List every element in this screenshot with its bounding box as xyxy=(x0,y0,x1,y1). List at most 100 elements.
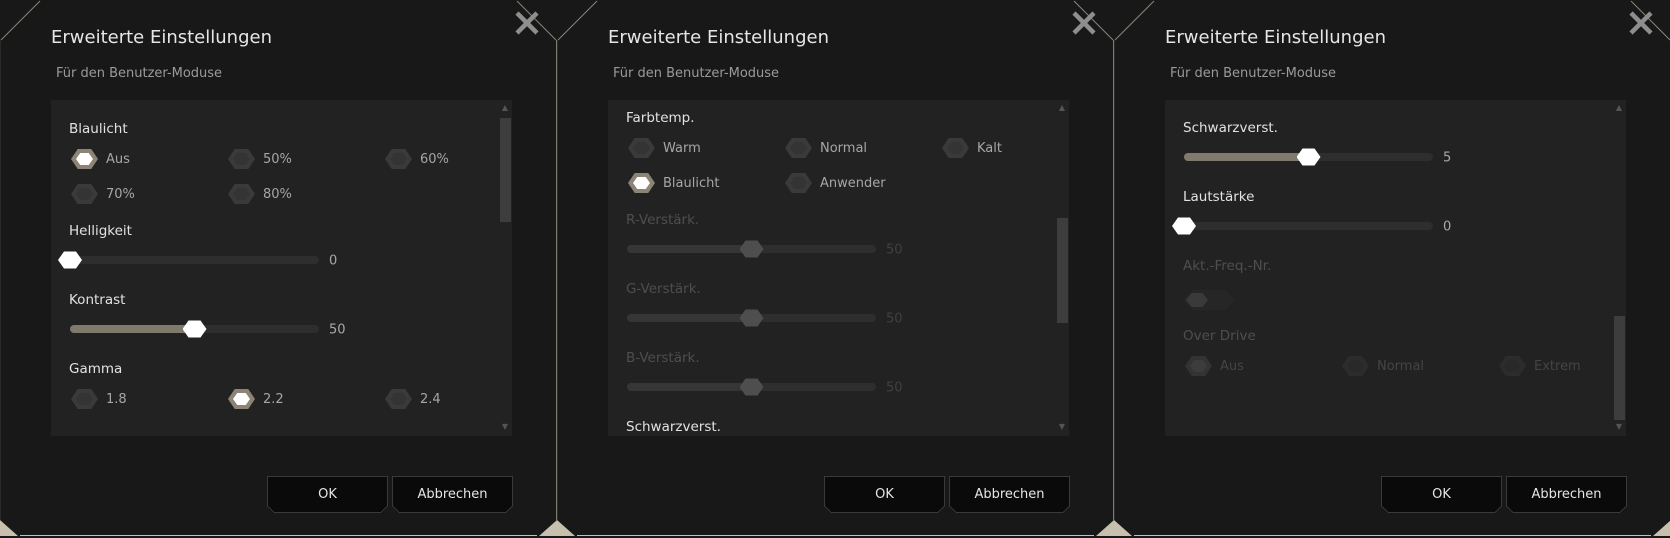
slider-thumb[interactable] xyxy=(1172,217,1196,235)
slider-schwarzverst[interactable] xyxy=(1184,148,1433,166)
slider-fill xyxy=(627,314,752,322)
radio-gamma-18[interactable]: 1.8 xyxy=(71,388,127,410)
radio-label: 50% xyxy=(263,151,292,167)
radio-label: Normal xyxy=(1377,358,1425,374)
radio-hex-icon xyxy=(1499,356,1526,376)
slider-helligkeit[interactable] xyxy=(58,251,319,269)
radio-label: Aus xyxy=(106,151,130,167)
settings-dialog: Erweiterte Einstellungen Für den Benutzer… xyxy=(1114,0,1670,538)
settings-dialog: Erweiterte Einstellungen Für den Benutzer… xyxy=(557,0,1114,538)
radio-hex-icon xyxy=(71,389,98,409)
slider-lautstärke[interactable] xyxy=(1172,217,1433,235)
close-x-icon[interactable] xyxy=(1071,10,1097,36)
toggle-akt-freq-nr xyxy=(1183,290,1235,310)
radio-farbtemp-blaulicht[interactable]: Blaulicht xyxy=(628,172,719,194)
radio-label: 70% xyxy=(106,186,135,202)
radio-hex-icon xyxy=(1185,356,1212,376)
radio-farbtemp-warm[interactable]: Warm xyxy=(628,137,701,159)
radio-label: 2.2 xyxy=(263,391,284,407)
radio-label: 60% xyxy=(420,151,449,167)
radio-label: Extrem xyxy=(1534,358,1581,374)
slider-value: 50 xyxy=(329,322,346,338)
scroll-up-arrow-icon[interactable]: ▲ xyxy=(1056,103,1068,112)
settings-scroll-area: Farbtemp. Warm Normal Kalt Blaulicht Anwender… xyxy=(608,100,1069,436)
dialog-title: Erweiterte Einstellungen xyxy=(608,27,829,48)
radio-farbtemp-normal[interactable]: Normal xyxy=(785,137,867,159)
radio-blaulicht-80[interactable]: 80% xyxy=(228,183,292,205)
slider-value: 50 xyxy=(886,380,903,396)
section-label-g-verstärk: G-Verstärk. xyxy=(626,281,701,297)
radio-blaulicht-50[interactable]: 50% xyxy=(228,148,292,170)
slider-thumb xyxy=(739,378,764,396)
section-label-kontrast: Kontrast xyxy=(69,292,126,308)
slider-r-verstärk xyxy=(627,240,876,258)
ok-button[interactable]: OK xyxy=(1381,476,1502,513)
radio-hex-icon xyxy=(942,138,969,158)
section-label-schwarzverst: Schwarzverst. xyxy=(1183,120,1278,136)
radio-over-drive-extrem: Extrem xyxy=(1499,355,1581,377)
slider-kontrast[interactable] xyxy=(70,320,319,338)
settings-scroll-area: Blaulicht Aus 50% 60% 70% 80% Helligkeit 0 Kontr… xyxy=(51,100,512,436)
section-label-over-drive: Over Drive xyxy=(1183,328,1256,344)
ok-button[interactable]: OK xyxy=(824,476,945,513)
radio-hex-icon xyxy=(228,389,255,409)
vertical-scrollbar[interactable]: ▲ ▼ xyxy=(499,100,511,436)
slider-thumb[interactable] xyxy=(1296,148,1321,166)
radio-blaulicht-aus[interactable]: Aus xyxy=(71,148,130,170)
radio-label: Kalt xyxy=(977,140,1002,156)
scroll-up-arrow-icon[interactable]: ▲ xyxy=(499,103,511,112)
radio-label: Normal xyxy=(820,140,868,156)
close-x-icon[interactable] xyxy=(1628,10,1654,36)
cancel-button[interactable]: Abbrechen xyxy=(949,476,1070,513)
slider-fill xyxy=(627,383,752,391)
slider-thumb[interactable] xyxy=(58,251,82,269)
radio-farbtemp-anwender[interactable]: Anwender xyxy=(785,172,886,194)
slider-b-verstärk xyxy=(627,378,876,396)
radio-label: 2.4 xyxy=(420,391,441,407)
radio-label: Warm xyxy=(663,140,701,156)
section-label-lautstärke: Lautstärke xyxy=(1183,189,1255,205)
slider-g-verstärk xyxy=(627,309,876,327)
scroll-up-arrow-icon[interactable]: ▲ xyxy=(1613,103,1625,112)
radio-blaulicht-70[interactable]: 70% xyxy=(71,183,135,205)
vertical-scrollbar[interactable]: ▲ ▼ xyxy=(1613,100,1625,436)
radio-label: Anwender xyxy=(820,175,886,191)
cancel-button[interactable]: Abbrechen xyxy=(392,476,513,513)
slider-value: 50 xyxy=(886,311,903,327)
close-x-icon[interactable] xyxy=(514,10,540,36)
slider-thumb xyxy=(739,309,764,327)
radio-over-drive-normal: Normal xyxy=(1342,355,1424,377)
radio-hex-icon xyxy=(785,138,812,158)
vertical-scrollbar[interactable]: ▲ ▼ xyxy=(1056,100,1068,436)
radio-farbtemp-kalt[interactable]: Kalt xyxy=(942,137,1002,159)
scroll-down-arrow-icon[interactable]: ▼ xyxy=(1056,422,1068,431)
scrollbar-thumb[interactable] xyxy=(500,118,511,222)
dialog-subtitle: Für den Benutzer-Moduse xyxy=(613,66,780,81)
slider-thumb xyxy=(739,240,764,258)
ok-button[interactable]: OK xyxy=(267,476,388,513)
radio-hex-icon xyxy=(228,184,255,204)
radio-label: Blaulicht xyxy=(663,175,720,191)
radio-over-drive-aus: Aus xyxy=(1185,355,1244,377)
radio-blaulicht-60[interactable]: 60% xyxy=(385,148,449,170)
dialog-subtitle: Für den Benutzer-Moduse xyxy=(1170,66,1337,81)
scroll-down-arrow-icon[interactable]: ▼ xyxy=(1613,422,1625,431)
section-label-b-verstärk: B-Verstärk. xyxy=(626,350,700,366)
scroll-down-arrow-icon[interactable]: ▼ xyxy=(499,422,511,431)
slider-value: 0 xyxy=(329,253,338,269)
radio-hex-icon xyxy=(385,149,412,169)
slider-value: 0 xyxy=(1443,219,1452,235)
radio-hex-icon xyxy=(228,149,255,169)
radio-hex-icon xyxy=(628,138,655,158)
scrollbar-thumb[interactable] xyxy=(1614,316,1625,420)
scrollbar-thumb[interactable] xyxy=(1057,218,1068,323)
radio-hex-icon xyxy=(1342,356,1369,376)
radio-hex-icon xyxy=(785,173,812,193)
slider-value: 5 xyxy=(1443,150,1452,166)
section-label-blaulicht: Blaulicht xyxy=(69,121,128,137)
radio-hex-icon xyxy=(628,173,655,193)
slider-thumb[interactable] xyxy=(182,320,207,338)
radio-gamma-22[interactable]: 2.2 xyxy=(228,388,284,410)
cancel-button[interactable]: Abbrechen xyxy=(1506,476,1627,513)
radio-gamma-24[interactable]: 2.4 xyxy=(385,388,441,410)
